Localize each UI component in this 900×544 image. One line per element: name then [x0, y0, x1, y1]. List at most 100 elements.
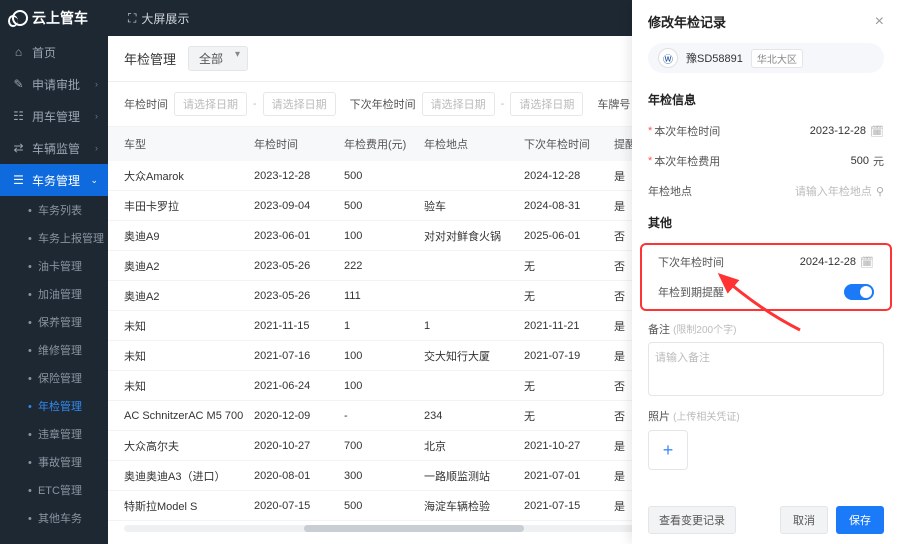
cell: 2023-12-28	[254, 170, 344, 182]
brand-logo[interactable]: 云上管车	[12, 8, 88, 28]
cell: 100	[344, 230, 424, 242]
cell: 2023-05-26	[254, 260, 344, 272]
sidebar-subitem[interactable]: • 油卡管理	[0, 252, 108, 280]
cell: 1	[344, 320, 424, 332]
field-label: 年检到期提醒	[658, 284, 724, 300]
col-header: 年检费用(元)	[344, 136, 424, 152]
nav-icon: ☷	[12, 110, 25, 123]
field-label: *本次年检时间	[648, 123, 720, 139]
sidebar-label: 车辆监管	[32, 140, 80, 157]
field-label: *本次年检费用	[648, 153, 720, 169]
photo-hint: (上传相关凭证)	[673, 412, 740, 423]
cell: 大众Amarok	[124, 168, 254, 184]
sidebar-label: 车务管理	[32, 172, 80, 189]
cancel-button[interactable]: 取消	[780, 506, 828, 534]
cell: 100	[344, 350, 424, 362]
col-header: 年检时间	[254, 136, 344, 152]
vw-logo-icon: Ⓦ	[658, 48, 678, 68]
field-placeholder[interactable]: 请输入年检地点 ⚲	[795, 183, 884, 199]
chevron-right-icon: ›	[95, 79, 98, 89]
cell: 奥迪A2	[124, 288, 254, 304]
reminder-switch[interactable]	[844, 284, 874, 300]
sidebar: ⌂首页✎申请审批›☷用车管理›⇄车辆监管›☰车务管理⌄• 车务列表• 车务上报管…	[0, 36, 108, 544]
cell: 未知	[124, 348, 254, 364]
photo-label: 照片 (上传相关凭证)	[648, 408, 884, 424]
cell: 2021-06-24	[254, 380, 344, 392]
cell: 2023-06-01	[254, 230, 344, 242]
cell: 2020-08-01	[254, 470, 344, 482]
field-value[interactable]: 2024-12-28 🗓	[800, 256, 874, 269]
sidebar-subitem[interactable]: • 违章管理	[0, 420, 108, 448]
sidebar-item[interactable]: ✎申请审批›	[0, 68, 108, 100]
scrollbar-thumb[interactable]	[304, 525, 524, 532]
cell: 2023-05-26	[254, 290, 344, 302]
col-header: 车型	[124, 136, 254, 152]
cell: 无	[524, 258, 614, 274]
sidebar-subitem[interactable]: • 保险管理	[0, 364, 108, 392]
filter-nextdate-from[interactable]: 请选择日期	[422, 92, 495, 116]
cloud-icon	[12, 10, 28, 26]
sidebar-item[interactable]: ⌂首页	[0, 36, 108, 68]
cell: 2021-07-16	[254, 350, 344, 362]
cell: 222	[344, 260, 424, 272]
remark-label: 备注 (限制200个字)	[648, 321, 884, 337]
history-button[interactable]: 查看变更记录	[648, 506, 736, 534]
close-icon[interactable]: ×	[875, 13, 884, 31]
save-button[interactable]: 保存	[836, 506, 884, 534]
cell: 111	[344, 290, 424, 302]
sidebar-item[interactable]: ☷用车管理›	[0, 100, 108, 132]
nav-icon: ⌂	[12, 46, 25, 59]
cell: 500	[344, 200, 424, 212]
panel-title: 修改年检记录	[648, 12, 726, 31]
filter-nextdate-to[interactable]: 请选择日期	[510, 92, 583, 116]
filter-all-select[interactable]: 全部	[188, 46, 248, 71]
sidebar-subitem[interactable]: • 其他车务	[0, 504, 108, 532]
cell: 无	[524, 378, 614, 394]
sidebar-subitem[interactable]: • ETC管理	[0, 476, 108, 504]
filter-date-to[interactable]: 请选择日期	[263, 92, 336, 116]
sidebar-subitem[interactable]: • 事故管理	[0, 448, 108, 476]
sidebar-label: 用车管理	[32, 108, 80, 125]
chevron-right-icon: ›	[95, 143, 98, 153]
cell: 2021-10-27	[524, 440, 614, 452]
add-photo-button[interactable]: +	[648, 430, 688, 470]
sidebar-subitem[interactable]: • 加油管理	[0, 280, 108, 308]
car-plate: 豫SD58891	[686, 50, 743, 66]
sidebar-item-active[interactable]: ☰车务管理⌄	[0, 164, 108, 196]
form-row: 年检地点 请输入年检地点 ⚲	[632, 176, 900, 206]
sidebar-label: 申请审批	[32, 76, 80, 93]
filter-plate-label: 车牌号	[597, 96, 630, 112]
col-header: 下次年检时间	[524, 136, 614, 152]
cell: 2025-06-01	[524, 230, 614, 242]
remark-textarea[interactable]: 请输入备注	[648, 342, 884, 396]
cell: 2021-07-15	[524, 500, 614, 512]
filter-next-time-label: 下次年检时间	[350, 96, 416, 112]
cell: 2021-11-21	[524, 320, 614, 332]
calendar-icon: 🗓	[860, 256, 874, 269]
cell: 未知	[124, 378, 254, 394]
section-inspection-info: 年检信息	[632, 83, 900, 116]
field-label: 年检地点	[648, 183, 692, 199]
cell: 100	[344, 380, 424, 392]
field-value[interactable]: 500 元	[851, 153, 884, 169]
page-title: 年检管理	[124, 49, 176, 68]
dash: -	[253, 98, 257, 110]
sidebar-subitem[interactable]: • 年检管理	[0, 392, 108, 420]
cell: 未知	[124, 318, 254, 334]
nav-icon: ☰	[12, 174, 25, 187]
sidebar-subitem[interactable]: • 维修管理	[0, 336, 108, 364]
sidebar-item[interactable]: ⇄车辆监管›	[0, 132, 108, 164]
filter-time-label: 年检时间	[124, 96, 168, 112]
sidebar-subitem[interactable]: • 保养管理	[0, 308, 108, 336]
screen-icon: ⛶	[128, 11, 136, 26]
form-row: *本次年检时间 2023-12-28 🗓	[632, 116, 900, 146]
field-value[interactable]: 2023-12-28 🗓	[810, 125, 884, 138]
form-row: *本次年检费用 500 元	[632, 146, 900, 176]
location-icon: ⚲	[876, 185, 884, 198]
sidebar-subitem[interactable]: • 车务列表	[0, 196, 108, 224]
form-row: 年检到期提醒	[642, 277, 890, 307]
sidebar-subitem[interactable]: • 车务上报管理	[0, 224, 108, 252]
cell: -	[344, 410, 424, 422]
big-screen-link[interactable]: ⛶ 大屏展示	[128, 10, 189, 27]
filter-date-from[interactable]: 请选择日期	[174, 92, 247, 116]
